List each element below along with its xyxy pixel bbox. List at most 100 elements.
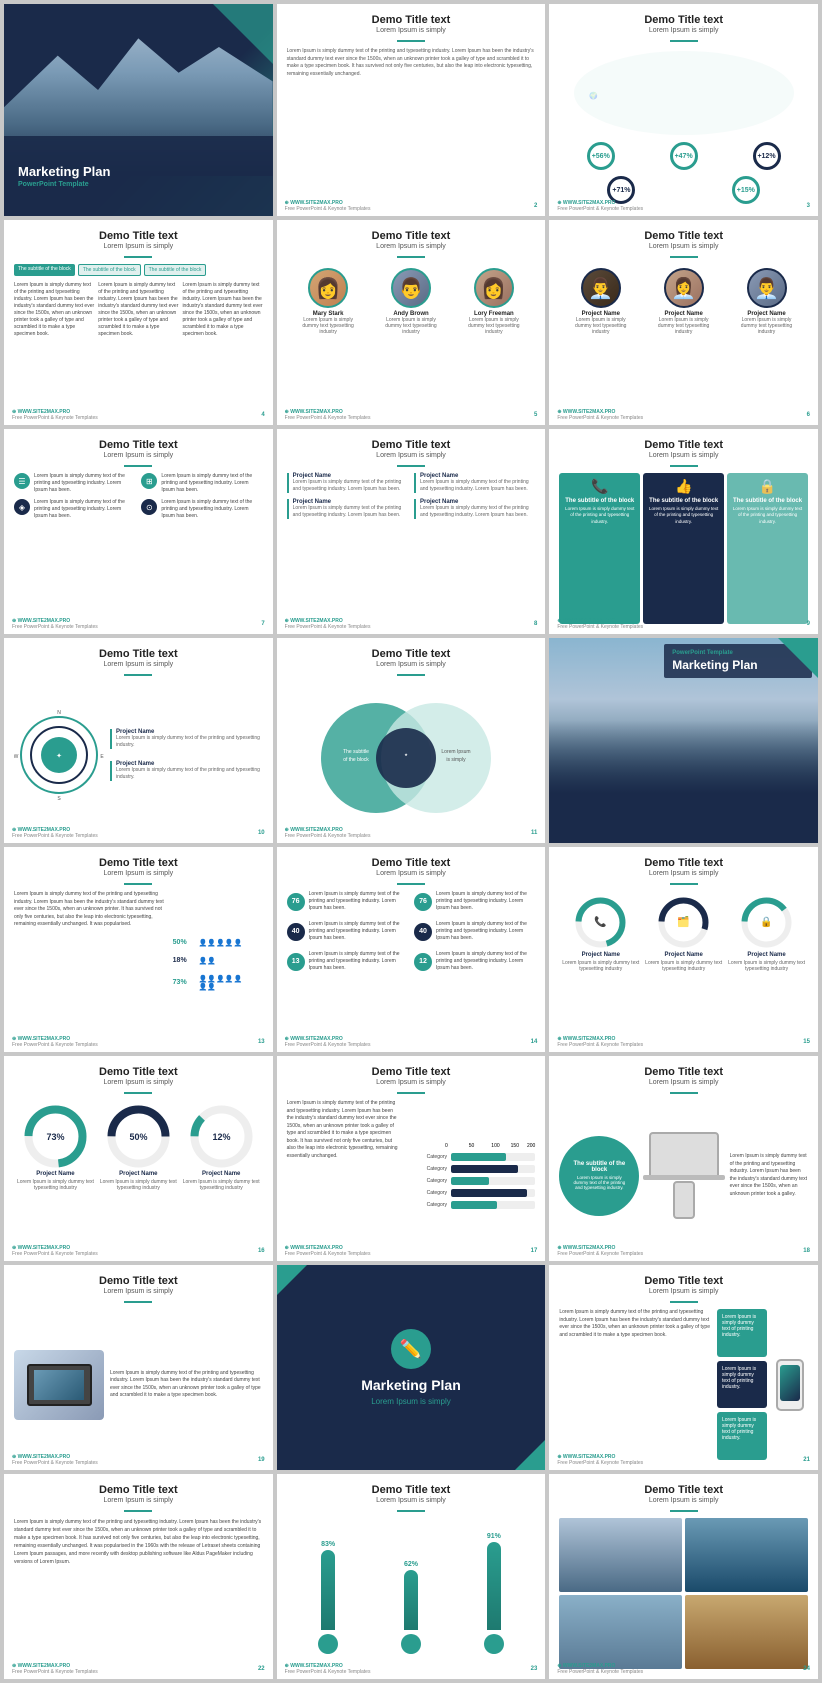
circle-proj-1-desc: Lorem Ipsum is simply dummy text of the …: [116, 735, 263, 749]
accent-line: [670, 1301, 698, 1303]
feature-title-1: The subtitle of the block: [565, 498, 634, 504]
project-3: Project Name Lorem Ipsum is simply dummy…: [414, 473, 535, 493]
footer-logo: ⊕ WWW.SITE2MAX.PROFree PowerPoint & Keyn…: [12, 618, 98, 630]
slide-16: Demo Title text Lorem Ipsum is simply 73…: [4, 1056, 273, 1261]
accent-line: [670, 883, 698, 885]
icon-list-left: ☰ Lorem Ipsum is simply dummy text of th…: [14, 473, 135, 624]
accent-line: [670, 256, 698, 258]
laptop-screen: [649, 1132, 719, 1177]
slide-19: Demo Title text Lorem Ipsum is simply Lo…: [4, 1265, 273, 1470]
slide-19-subtitle: Lorem Ipsum is simply: [14, 1288, 263, 1295]
accent-line: [397, 674, 425, 676]
avatar-mary: 👩: [308, 268, 348, 308]
bar-fill-2: [451, 1165, 519, 1173]
world-map: 🌍: [569, 48, 799, 138]
slide-7: Demo Title text Lorem Ipsum is simply ☰ …: [4, 429, 273, 634]
icon-list-right: ⊞ Lorem Ipsum is simply dummy text of th…: [141, 473, 262, 624]
slide-footer: ⊕ WWW.SITE2MAX.PROFree PowerPoint & Keyn…: [557, 200, 810, 212]
person-andy: 👨 Andy Brown Lorem Ipsum is simply dummy…: [381, 268, 441, 335]
laptop-text: Lorem Ipsum is simply dummy text of the …: [110, 1370, 263, 1400]
circle-proj-1: Project Name Lorem Ipsum is simply dummy…: [110, 729, 263, 749]
slide-9-subtitle: Lorem Ipsum is simply: [559, 452, 808, 459]
tab-2[interactable]: The subtitle of the block: [78, 264, 141, 276]
footer-logo: ⊕ WWW.SITE2MAX.PROFree PowerPoint & Keyn…: [557, 1663, 643, 1675]
circle-proj-2: Project Name Lorem Ipsum is simply dummy…: [110, 761, 263, 781]
slide-2-title: Demo Title text: [287, 14, 536, 26]
slide-9-title: Demo Title text: [559, 439, 808, 451]
feature-icon-3: 🔒: [759, 478, 776, 495]
accent-line: [124, 1301, 152, 1303]
corner-br: [515, 1440, 545, 1470]
avatar-andy: 👨: [391, 268, 431, 308]
slide-footer: ⊕ WWW.SITE2MAX.PROFree PowerPoint & Keyn…: [12, 1663, 265, 1675]
slide-footer: ⊕ WWW.SITE2MAX.PROFree PowerPoint & Keyn…: [12, 618, 265, 630]
prog-num-r3: 12: [414, 953, 432, 971]
svg-text:★: ★: [404, 752, 408, 757]
footer-logo: ⊕ WWW.SITE2MAX.PROFree PowerPoint & Keyn…: [557, 618, 643, 630]
slide-footer: ⊕ WWW.SITE2MAX.PROFree PowerPoint & Keyn…: [12, 1036, 265, 1048]
thermo-val-62: 62%: [404, 1561, 418, 1568]
bar-item-1: Category: [407, 1153, 535, 1161]
person-proj-1: 👨‍💼 Project Name Lorem Ipsum is simply d…: [571, 268, 631, 335]
proj-4-desc: Lorem Ipsum is simply dummy text of the …: [420, 505, 535, 519]
bar-item-5: Category: [407, 1201, 535, 1209]
donut-desc-2: Lorem Ipsum is simply dummy text typeset…: [642, 960, 725, 972]
footer-logo: ⊕ WWW.SITE2MAX.PROFree PowerPoint & Keyn…: [557, 409, 643, 421]
slide-num: 17: [531, 1248, 538, 1254]
svg-text:📞: 📞: [595, 915, 608, 928]
big-donut-12: 12% Project Name Lorem Ipsum is simply d…: [180, 1104, 263, 1191]
footer-logo: ⊕ WWW.SITE2MAX.PROFree PowerPoint & Keyn…: [12, 1036, 98, 1048]
slide-8-subtitle: Lorem Ipsum is simply: [287, 452, 536, 459]
slide-24-subtitle: Lorem Ipsum is simply: [559, 1497, 808, 1504]
slide-5: Demo Title text Lorem Ipsum is simply 👩 …: [277, 220, 546, 425]
thermo-bulb-62: [401, 1634, 421, 1654]
slide-21: Demo Title text Lorem Ipsum is simply Lo…: [549, 1265, 818, 1470]
footer-logo: ⊕ WWW.SITE2MAX.PROFree PowerPoint & Keyn…: [557, 200, 643, 212]
photo-grid: [559, 1518, 808, 1669]
slide-num: 19: [258, 1457, 265, 1463]
tab-3[interactable]: The subtitle of the block: [144, 264, 207, 276]
thermo-83: 83%: [318, 1541, 338, 1654]
tab-1[interactable]: The subtitle of the block: [14, 264, 75, 276]
projects-two-col: Project Name Lorem Ipsum is simply dummy…: [287, 473, 536, 624]
slide-4: Demo Title text Lorem Ipsum is simply Th…: [4, 220, 273, 425]
venn-section: The subtitle of the block Lorem Ipsum is…: [287, 682, 536, 833]
slide-footer: ⊕ WWW.SITE2MAX.PROFree PowerPoint & Keyn…: [557, 1663, 810, 1675]
footer-logo: ⊕ WWW.SITE2MAX.PROFree PowerPoint & Keyn…: [285, 1663, 371, 1675]
project-2: Project Name Lorem Ipsum is simply dummy…: [287, 499, 408, 519]
stat-row-73: 73% 👤👤👤👤👤👤👤: [173, 975, 263, 991]
slide-14: Demo Title text Lorem Ipsum is simply 76…: [277, 847, 546, 1052]
slide-11: Demo Title text Lorem Ipsum is simply Th…: [277, 638, 546, 843]
slide-footer: ⊕ WWW.SITE2MAX.PROFree PowerPoint & Keyn…: [12, 409, 265, 421]
svg-text:✦: ✦: [56, 752, 62, 760]
cover-subtitle: PowerPoint Template: [18, 181, 259, 188]
donut-folder: 🗂️ Project Name Lorem Ipsum is simply du…: [642, 895, 725, 972]
svg-text:N: N: [57, 710, 61, 716]
slide-1: Marketing Plan PowerPoint Template: [4, 4, 273, 216]
slide-23-subtitle: Lorem Ipsum is simply: [287, 1497, 536, 1504]
num-item-r1: 76 Lorem Ipsum is simply dummy text of t…: [414, 891, 535, 912]
proj-3-desc: Lorem Ipsum is simply dummy text of the …: [420, 479, 535, 493]
green-box-2: Lorem Ipsum is simply dummy text of prin…: [717, 1412, 767, 1460]
bubble-title: The subtitle of the block: [569, 1161, 629, 1173]
pencil-icon-circle: ✏️: [391, 1329, 431, 1369]
phone-section: Lorem Ipsum is simply dummy text of the …: [559, 1309, 808, 1460]
slide-num: 6: [807, 412, 810, 418]
accent-line: [124, 1510, 152, 1512]
slide-20: ✏️ Marketing Plan Lorem Ipsum is simply: [277, 1265, 546, 1470]
donut-svg-1: 📞: [573, 895, 628, 950]
big-donut-svg-1: 73%: [23, 1104, 88, 1169]
slide-2-body: Lorem Ipsum is simply dummy text of the …: [287, 48, 536, 78]
proj-desc-3: Lorem Ipsum is simply dummy text typeset…: [737, 317, 797, 335]
slide-num: 7: [261, 621, 264, 627]
slide-footer: ⊕ WWW.SITE2MAX.PROFree PowerPoint & Keyn…: [285, 409, 538, 421]
slide-2-subtitle: Lorem Ipsum is simply: [287, 27, 536, 34]
prog-text-r1: Lorem Ipsum is simply dummy text of the …: [436, 891, 535, 912]
photo-water: [685, 1518, 808, 1592]
slide-num: 2: [534, 203, 537, 209]
bar-item-3: Category: [407, 1177, 535, 1185]
slide-16-subtitle: Lorem Ipsum is simply: [14, 1079, 263, 1086]
feature-title-3: The subtitle of the block: [733, 498, 802, 504]
person-lory-desc: Lorem Ipsum is simply dummy text typeset…: [464, 317, 524, 335]
proj-1-desc: Lorem Ipsum is simply dummy text of the …: [293, 479, 408, 493]
